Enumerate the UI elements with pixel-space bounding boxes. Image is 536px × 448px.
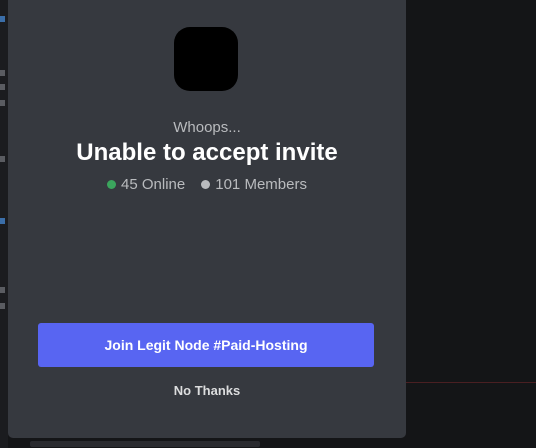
- server-icon: [174, 27, 238, 91]
- background-new-messages-divider: [406, 382, 536, 383]
- member-dot-icon: [201, 180, 211, 189]
- member-count-label: 101 Members: [215, 176, 307, 193]
- background-text-fragment: [0, 84, 5, 90]
- background-text-fragment: [0, 156, 5, 162]
- background-text-fragment: [0, 303, 5, 309]
- online-dot-icon: [107, 180, 117, 189]
- online-count-label: 45 Online: [121, 176, 186, 193]
- member-count: 101 Members: [201, 176, 307, 193]
- server-stats: 45 Online 101 Members: [8, 176, 406, 193]
- no-thanks-button[interactable]: No Thanks: [8, 383, 406, 398]
- join-server-button[interactable]: Join Legit Node #Paid-Hosting: [38, 323, 374, 367]
- background-text-fragment: [0, 100, 5, 106]
- modal-subtitle: Whoops...: [173, 119, 241, 136]
- modal-title: Unable to accept invite: [76, 139, 338, 166]
- background-chat-strip: [0, 0, 8, 448]
- online-count: 45 Online: [107, 176, 185, 193]
- background-text-fragment: [0, 70, 5, 76]
- invite-modal: Whoops... Unable to accept invite 45 Onl…: [8, 0, 406, 438]
- background-text-fragment: [30, 441, 260, 447]
- background-text-fragment: [0, 16, 5, 22]
- background-text-fragment: [0, 287, 5, 293]
- background-text-fragment: [0, 218, 5, 224]
